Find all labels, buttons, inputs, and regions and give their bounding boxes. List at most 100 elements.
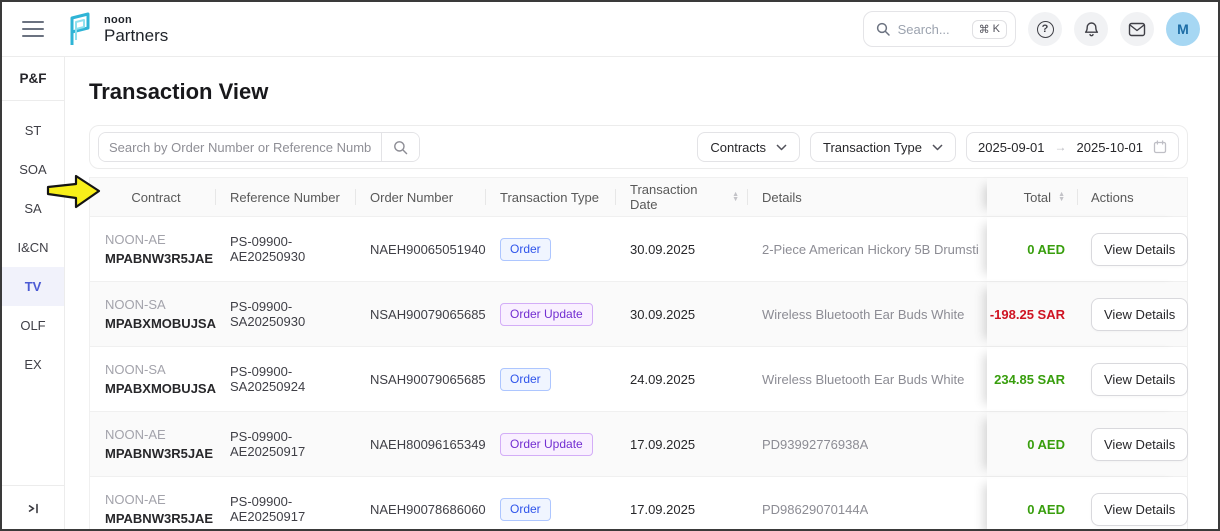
contract-cell: NOON-AE MPABNW3R5JAE: [90, 412, 215, 476]
contract-code: MPABNW3R5JAE: [105, 446, 213, 461]
column-header-actions: Actions: [1077, 178, 1187, 216]
help-button[interactable]: ?: [1028, 12, 1062, 46]
transaction-type-badge: Order: [500, 238, 551, 261]
table-row: NOON-AE MPABNW3R5JAE PS-09900-AE20250917…: [90, 411, 1187, 476]
transaction-type-badge: Order: [500, 368, 551, 391]
contracts-dropdown[interactable]: Contracts: [697, 132, 800, 162]
envelope-icon: [1128, 22, 1146, 37]
annotation-arrow: [46, 173, 102, 211]
notifications-button[interactable]: [1074, 12, 1108, 46]
sidebar-item-icn[interactable]: I&CN: [2, 228, 64, 267]
table-search: [98, 132, 420, 162]
actions-cell: View Details: [1077, 477, 1187, 531]
transaction-type-cell: Order: [485, 477, 615, 531]
search-icon: [876, 22, 890, 36]
transaction-type-cell: Order: [485, 347, 615, 411]
sidebar-item-ex[interactable]: EX: [2, 345, 64, 384]
transaction-date-cell: 30.09.2025: [615, 282, 747, 346]
sort-icon[interactable]: ▲▼: [1058, 192, 1065, 202]
reference-number-cell: PS-09900-AE20250917: [215, 477, 355, 531]
reference-number-cell: PS-09900-AE20250930: [215, 217, 355, 281]
calendar-icon: [1153, 140, 1167, 154]
table-row: NOON-AE MPABNW3R5JAE PS-09900-AE20250930…: [90, 216, 1187, 281]
noon-partners-logo[interactable]: noon Partners: [64, 10, 168, 48]
search-shortcut-badge: ⌘ K: [972, 20, 1007, 39]
collapse-arrow-icon: [26, 501, 41, 516]
actions-cell: View Details: [1077, 412, 1187, 476]
global-search-placeholder: Search...: [898, 22, 950, 37]
logo-text: noon Partners: [104, 15, 168, 44]
table-body: NOON-AE MPABNW3R5JAE PS-09900-AE20250930…: [90, 216, 1187, 531]
table-row: NOON-SA MPABXMOBUJSA PS-09900-SA20250930…: [90, 281, 1187, 346]
transaction-type-dropdown[interactable]: Transaction Type: [810, 132, 956, 162]
contract-code: MPABNW3R5JAE: [105, 511, 213, 526]
top-bar: noon Partners Search... ⌘ K ?: [2, 2, 1218, 57]
reference-number-cell: PS-09900-SA20250924: [215, 347, 355, 411]
transaction-date-cell: 17.09.2025: [615, 412, 747, 476]
view-details-button[interactable]: View Details: [1091, 493, 1188, 526]
table-row: NOON-AE MPABNW3R5JAE PS-09900-AE20250917…: [90, 476, 1187, 531]
messages-button[interactable]: [1120, 12, 1154, 46]
contract-marketplace: NOON-SA: [105, 297, 166, 312]
total-cell: 0 AED: [987, 412, 1077, 476]
contract-cell: NOON-AE MPABNW3R5JAE: [90, 477, 215, 531]
contract-code: MPABXMOBUJSA: [105, 316, 216, 331]
table-search-input[interactable]: [99, 133, 381, 161]
column-header-details: Details: [747, 178, 987, 216]
contract-cell: NOON-AE MPABNW3R5JAE: [90, 217, 215, 281]
transaction-type-cell: Order: [485, 217, 615, 281]
column-header-total[interactable]: Total ▲▼: [987, 178, 1077, 216]
sidebar-nav: ST SOA SA I&CN TV OLF EX: [2, 101, 64, 384]
global-search-input[interactable]: Search... ⌘ K: [863, 11, 1016, 47]
question-mark-icon: ?: [1037, 21, 1054, 38]
order-number-cell: NSAH90079065685: [355, 282, 485, 346]
total-cell: -198.25 SAR: [987, 282, 1077, 346]
search-icon: [393, 140, 408, 155]
details-cell: 2-Piece American Hickory 5B Drumstic: [747, 217, 987, 281]
column-header-transaction-date[interactable]: Transaction Date ▲▼: [615, 178, 747, 216]
date-range-arrow-icon: →: [1055, 140, 1067, 154]
details-cell: Wireless Bluetooth Ear Buds White: [747, 347, 987, 411]
view-details-button[interactable]: View Details: [1091, 233, 1188, 266]
table-row: NOON-SA MPABXMOBUJSA PS-09900-SA20250924…: [90, 346, 1187, 411]
total-amount: 0 AED: [1027, 242, 1065, 257]
contract-marketplace: NOON-AE: [105, 427, 166, 442]
page-title: Transaction View: [89, 79, 1188, 105]
contract-marketplace: NOON-SA: [105, 362, 166, 377]
sidebar-item-pf[interactable]: P&F: [2, 57, 64, 101]
view-details-button[interactable]: View Details: [1091, 428, 1188, 461]
bell-icon: [1083, 21, 1100, 38]
reference-number-cell: PS-09900-SA20250930: [215, 282, 355, 346]
order-number-cell: NAEH90065051940: [355, 217, 485, 281]
reference-number-cell: PS-09900-AE20250917: [215, 412, 355, 476]
user-avatar[interactable]: M: [1166, 12, 1200, 46]
hamburger-menu-icon[interactable]: [22, 21, 44, 37]
contract-marketplace: NOON-AE: [105, 232, 166, 247]
transaction-type-badge: Order Update: [500, 433, 593, 456]
order-number-cell: NAEH90078686060: [355, 477, 485, 531]
details-cell: PD93992776938A: [747, 412, 987, 476]
column-header-transaction-type: Transaction Type: [485, 178, 615, 216]
transaction-type-badge: Order: [500, 498, 551, 521]
transaction-type-cell: Order Update: [485, 282, 615, 346]
collapse-sidebar-button[interactable]: [2, 485, 64, 531]
sidebar-item-st[interactable]: ST: [2, 111, 64, 150]
logo-partners-label: Partners: [104, 27, 168, 44]
view-details-button[interactable]: View Details: [1091, 298, 1188, 331]
date-range-picker[interactable]: 2025-09-01 → 2025-10-01: [966, 132, 1179, 162]
date-to-value: 2025-10-01: [1077, 140, 1144, 155]
filter-bar: Contracts Transaction Type 2025-09-01 → …: [89, 125, 1188, 169]
transactions-table: Contract Reference Number Order Number T…: [89, 177, 1188, 531]
transaction-type-badge: Order Update: [500, 303, 593, 326]
total-amount: 0 AED: [1027, 437, 1065, 452]
column-header-reference-number: Reference Number: [215, 178, 355, 216]
sort-icon[interactable]: ▲▼: [732, 192, 739, 202]
view-details-button[interactable]: View Details: [1091, 363, 1188, 396]
actions-cell: View Details: [1077, 282, 1187, 346]
table-search-button[interactable]: [381, 133, 419, 161]
contract-code: MPABNW3R5JAE: [105, 251, 213, 266]
transaction-date-cell: 24.09.2025: [615, 347, 747, 411]
sidebar-item-tv[interactable]: TV: [2, 267, 64, 306]
transaction-type-dropdown-label: Transaction Type: [823, 140, 922, 155]
sidebar-item-olf[interactable]: OLF: [2, 306, 64, 345]
